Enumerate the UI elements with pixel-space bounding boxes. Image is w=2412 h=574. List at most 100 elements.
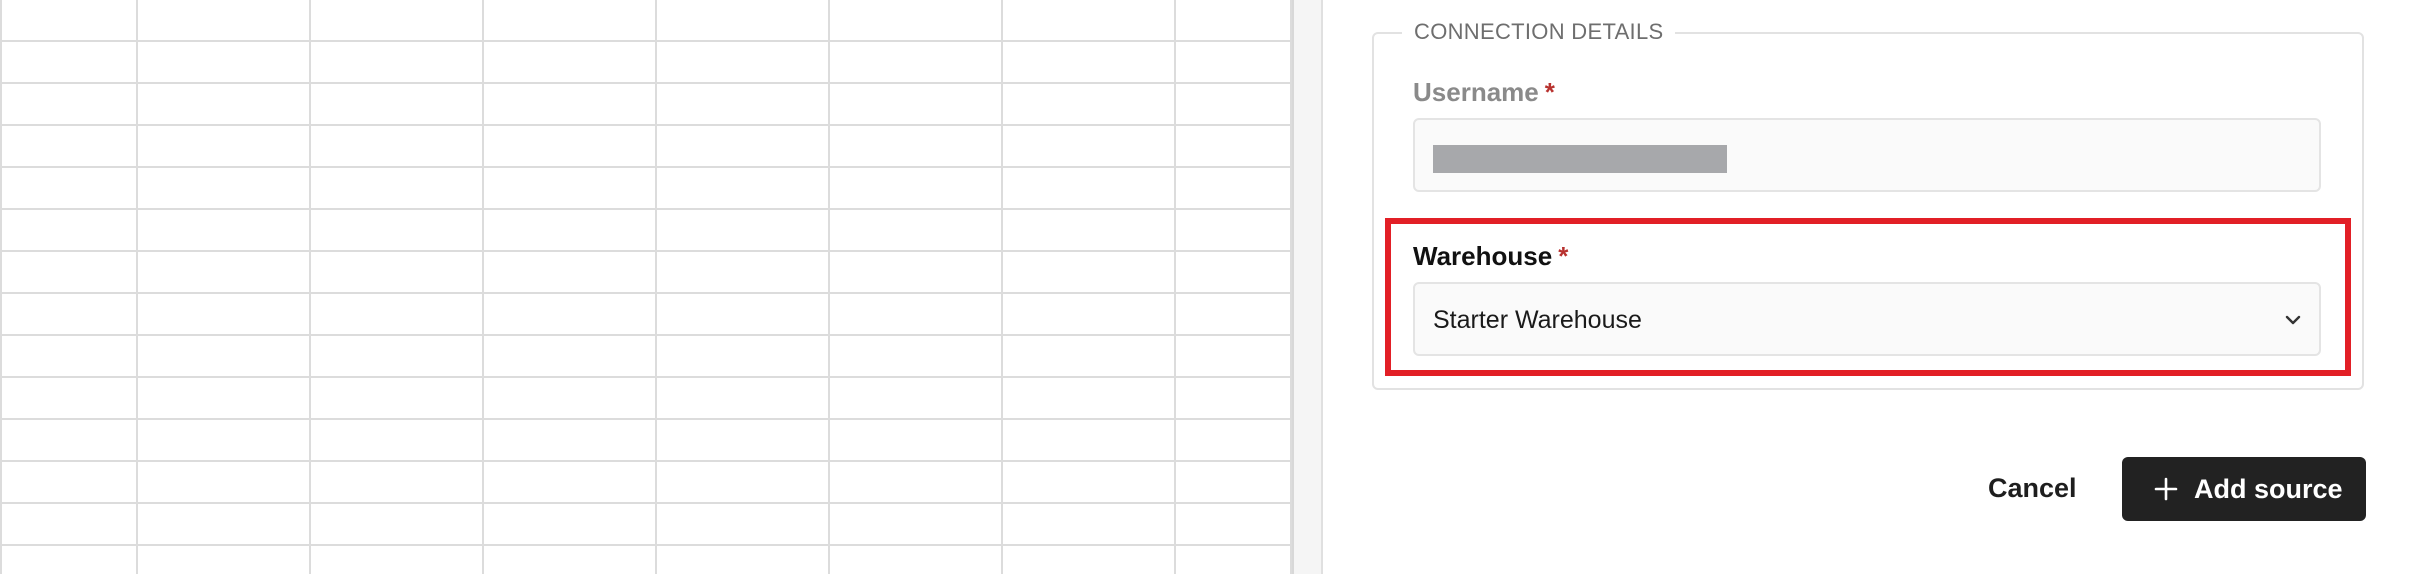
grid-cell[interactable] [308, 82, 484, 126]
grid-cell[interactable] [481, 292, 657, 336]
grid-cell[interactable] [1000, 502, 1176, 546]
grid-cell[interactable] [0, 250, 138, 294]
grid-cell[interactable] [1173, 0, 1292, 42]
grid-cell[interactable] [481, 502, 657, 546]
grid-cell[interactable] [135, 250, 311, 294]
grid-cell[interactable] [308, 0, 484, 42]
grid-cell[interactable] [135, 544, 311, 574]
grid-cell[interactable] [827, 124, 1003, 168]
grid-cell[interactable] [481, 250, 657, 294]
grid-cell[interactable] [135, 376, 311, 420]
grid-cell[interactable] [1173, 166, 1292, 210]
grid-cell[interactable] [1000, 334, 1176, 378]
grid-cell[interactable] [654, 460, 830, 504]
grid-cell[interactable] [481, 82, 657, 126]
warehouse-select[interactable]: Starter Warehouse [1413, 282, 2321, 356]
grid-cell[interactable] [481, 376, 657, 420]
grid-cell[interactable] [827, 208, 1003, 252]
grid-cell[interactable] [654, 82, 830, 126]
grid-cell[interactable] [481, 418, 657, 462]
grid-cell[interactable] [1000, 418, 1176, 462]
grid-cell[interactable] [827, 40, 1003, 84]
grid-cell[interactable] [308, 334, 484, 378]
grid-cell[interactable] [308, 40, 484, 84]
grid-cell[interactable] [0, 502, 138, 546]
grid-cell[interactable] [0, 292, 138, 336]
grid-cell[interactable] [1000, 0, 1176, 42]
grid-cell[interactable] [135, 0, 311, 42]
grid-cell[interactable] [481, 40, 657, 84]
grid-cell[interactable] [481, 124, 657, 168]
grid-cell[interactable] [1173, 460, 1292, 504]
grid-cell[interactable] [135, 502, 311, 546]
grid-cell[interactable] [135, 208, 311, 252]
grid-cell[interactable] [1000, 292, 1176, 336]
grid-cell[interactable] [654, 418, 830, 462]
grid-cell[interactable] [827, 292, 1003, 336]
grid-cell[interactable] [481, 166, 657, 210]
grid-cell[interactable] [0, 40, 138, 84]
grid-cell[interactable] [0, 376, 138, 420]
grid-cell[interactable] [308, 292, 484, 336]
grid-cell[interactable] [135, 166, 311, 210]
grid-cell[interactable] [827, 334, 1003, 378]
grid-cell[interactable] [308, 208, 484, 252]
grid-cell[interactable] [0, 334, 138, 378]
grid-cell[interactable] [1173, 250, 1292, 294]
grid-cell[interactable] [827, 82, 1003, 126]
grid-cell[interactable] [1000, 208, 1176, 252]
grid-cell[interactable] [135, 460, 311, 504]
grid-cell[interactable] [827, 0, 1003, 42]
grid-cell[interactable] [654, 166, 830, 210]
grid-cell[interactable] [827, 166, 1003, 210]
grid-cell[interactable] [0, 0, 138, 42]
grid-cell[interactable] [135, 124, 311, 168]
grid-cell[interactable] [308, 460, 484, 504]
grid-cell[interactable] [481, 0, 657, 42]
grid-cell[interactable] [0, 166, 138, 210]
add-source-button[interactable]: Add source [2122, 457, 2366, 521]
grid-cell[interactable] [654, 292, 830, 336]
grid-cell[interactable] [481, 544, 657, 574]
grid-cell[interactable] [827, 250, 1003, 294]
grid-cell[interactable] [481, 460, 657, 504]
grid-cell[interactable] [827, 544, 1003, 574]
cancel-button[interactable]: Cancel [1974, 462, 2091, 514]
grid-cell[interactable] [308, 166, 484, 210]
username-input[interactable] [1413, 118, 2321, 192]
grid-cell[interactable] [1000, 82, 1176, 126]
grid-cell[interactable] [135, 418, 311, 462]
grid-cell[interactable] [1000, 124, 1176, 168]
grid-cell[interactable] [0, 460, 138, 504]
grid-cell[interactable] [654, 250, 830, 294]
grid-cell[interactable] [0, 208, 138, 252]
grid-cell[interactable] [308, 250, 484, 294]
grid-cell[interactable] [1173, 82, 1292, 126]
grid-cell[interactable] [654, 502, 830, 546]
grid-cell[interactable] [1000, 460, 1176, 504]
grid-cell[interactable] [654, 40, 830, 84]
grid-cell[interactable] [481, 334, 657, 378]
grid-cell[interactable] [1000, 544, 1176, 574]
grid-cell[interactable] [1173, 544, 1292, 574]
grid-cell[interactable] [308, 418, 484, 462]
grid-cell[interactable] [308, 502, 484, 546]
grid-cell[interactable] [0, 544, 138, 574]
grid-cell[interactable] [0, 124, 138, 168]
grid-cell[interactable] [654, 376, 830, 420]
grid-cell[interactable] [654, 208, 830, 252]
grid-cell[interactable] [481, 208, 657, 252]
grid-cell[interactable] [1000, 40, 1176, 84]
grid-cell[interactable] [308, 124, 484, 168]
grid-cell[interactable] [1173, 334, 1292, 378]
grid-cell[interactable] [827, 418, 1003, 462]
grid-cell[interactable] [135, 82, 311, 126]
grid-cell[interactable] [654, 544, 830, 574]
grid-cell[interactable] [827, 502, 1003, 546]
grid-cell[interactable] [308, 376, 484, 420]
grid-cell[interactable] [1173, 292, 1292, 336]
grid-cell[interactable] [135, 40, 311, 84]
grid-cell[interactable] [1173, 418, 1292, 462]
grid-cell[interactable] [1173, 40, 1292, 84]
grid-cell[interactable] [654, 124, 830, 168]
